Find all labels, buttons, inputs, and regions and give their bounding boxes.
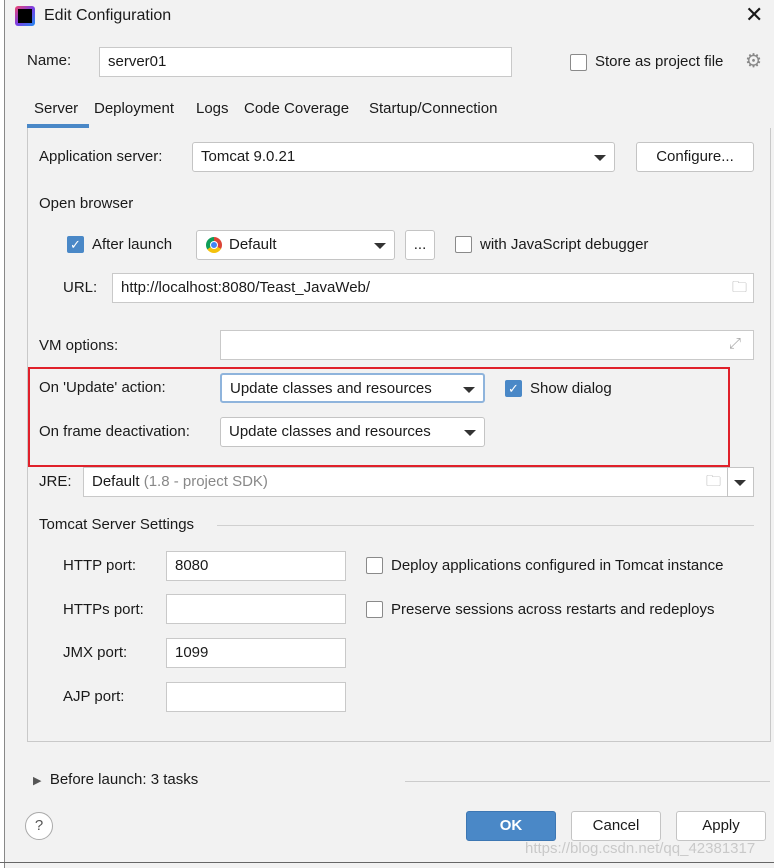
tab-code-coverage[interactable]: Code Coverage <box>244 100 349 117</box>
separator <box>217 525 754 526</box>
browser-value: Default <box>229 236 277 253</box>
open-browser-heading: Open browser <box>39 195 134 212</box>
jre-input[interactable]: Default (1.8 - project SDK) 🗀 <box>83 467 728 497</box>
app-server-label: Application server: <box>39 148 163 165</box>
name-label: Name: <box>27 52 72 69</box>
expand-icon[interactable]: ⤢ <box>729 335 741 352</box>
chrome-icon <box>206 237 222 253</box>
chevron-down-icon <box>464 430 476 436</box>
app-server-select[interactable]: Tomcat 9.0.21 <box>192 142 615 172</box>
cancel-button[interactable]: Cancel <box>571 811 661 841</box>
name-input[interactable]: server01 <box>99 47 512 77</box>
watermark: https://blog.csdn.net/qq_42381317 <box>525 840 756 857</box>
bottom-border <box>0 862 774 863</box>
update-action-value: Update classes and resources <box>230 380 432 397</box>
frame-deactivation-value: Update classes and resources <box>229 423 431 440</box>
jre-dropdown-button[interactable] <box>727 467 754 497</box>
http-port-input[interactable]: 8080 <box>166 551 346 581</box>
url-value: http://localhost:8080/Teast_JavaWeb/ <box>121 279 371 296</box>
vm-options-label: VM options: <box>39 337 119 354</box>
dialog-title: Edit Configuration <box>44 7 172 24</box>
jre-label: JRE: <box>39 473 72 490</box>
deploy-apps-label: Deploy applications configured in Tomcat… <box>391 557 724 574</box>
edit-configuration-dialog: Edit Configuration ✕ Name: server01 Stor… <box>4 0 774 868</box>
tab-logs[interactable]: Logs <box>196 100 229 117</box>
preserve-sessions-checkbox[interactable] <box>366 601 383 618</box>
tab-startup-connection[interactable]: Startup/Connection <box>369 100 497 117</box>
chevron-down-icon <box>463 387 475 393</box>
vm-options-input[interactable] <box>220 330 754 360</box>
intellij-logo-icon <box>15 6 35 26</box>
js-debugger-label: with JavaScript debugger <box>480 236 649 253</box>
chevron-down-icon <box>374 243 386 249</box>
help-button[interactable]: ? <box>25 812 53 840</box>
jre-hint: (1.8 - project SDK) <box>143 473 268 490</box>
jre-value: Default <box>92 473 140 490</box>
close-icon[interactable]: ✕ <box>745 2 763 28</box>
frame-deactivation-label: On frame deactivation: <box>39 423 190 440</box>
http-port-label: HTTP port: <box>63 557 137 574</box>
https-port-input[interactable] <box>166 594 346 624</box>
update-action-select[interactable]: Update classes and resources <box>220 373 485 403</box>
ajp-port-label: AJP port: <box>63 688 125 705</box>
divider <box>405 781 770 782</box>
configure-button[interactable]: Configure... <box>636 142 754 172</box>
update-action-label: On 'Update' action: <box>39 379 166 396</box>
ajp-port-input[interactable] <box>166 682 346 712</box>
tomcat-settings-heading: Tomcat Server Settings <box>39 516 195 533</box>
chevron-down-icon <box>734 480 746 486</box>
tab-deployment[interactable]: Deployment <box>94 100 174 117</box>
apply-button[interactable]: Apply <box>676 811 766 841</box>
store-as-project-label: Store as project file <box>595 53 724 70</box>
chevron-down-icon <box>594 155 606 161</box>
deploy-apps-checkbox[interactable] <box>366 557 383 574</box>
folder-icon[interactable]: 🗀 <box>706 468 721 496</box>
tab-server[interactable]: Server <box>34 100 78 117</box>
preserve-sessions-label: Preserve sessions across restarts and re… <box>391 601 715 618</box>
chevron-right-icon: ▶ <box>33 775 42 787</box>
ok-button[interactable]: OK <box>466 811 556 841</box>
store-as-project-checkbox[interactable] <box>570 54 587 71</box>
frame-deactivation-select[interactable]: Update classes and resources <box>220 417 485 447</box>
show-dialog-label: Show dialog <box>530 380 612 397</box>
before-launch-label: Before launch: 3 tasks <box>49 771 199 788</box>
browser-select[interactable]: Default <box>196 230 395 260</box>
https-port-label: HTTPs port: <box>63 601 144 618</box>
app-server-value: Tomcat 9.0.21 <box>201 148 296 165</box>
after-launch-label: After launch <box>92 236 173 253</box>
show-dialog-checkbox[interactable]: ✓ <box>505 380 522 397</box>
folder-icon[interactable]: 🗀 <box>732 274 747 302</box>
url-label: URL: <box>63 279 98 296</box>
before-launch-toggle[interactable]: ▶ Before launch: 3 tasks <box>33 771 198 788</box>
jmx-port-label: JMX port: <box>63 644 128 661</box>
url-input[interactable]: http://localhost:8080/Teast_JavaWeb/ 🗀 <box>112 273 754 303</box>
after-launch-checkbox[interactable]: ✓ <box>67 236 84 253</box>
gear-icon[interactable]: ⚙ <box>745 50 762 73</box>
browser-more-button[interactable]: ... <box>405 230 435 260</box>
js-debugger-checkbox[interactable] <box>455 236 472 253</box>
jmx-port-input[interactable]: 1099 <box>166 638 346 668</box>
